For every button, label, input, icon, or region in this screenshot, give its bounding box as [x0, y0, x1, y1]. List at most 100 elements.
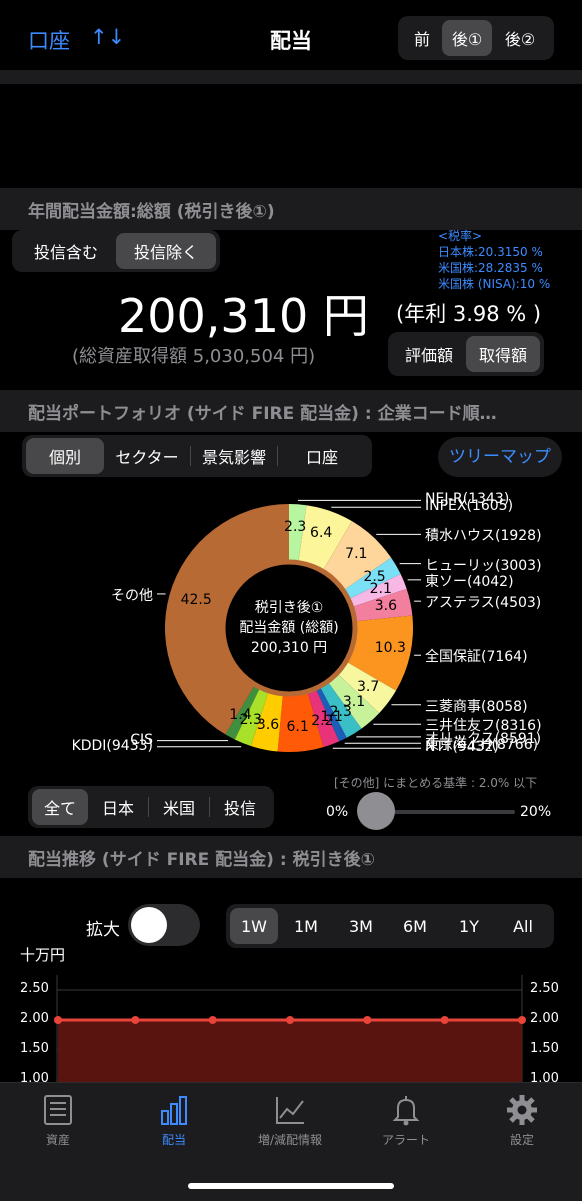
zoom-label: 拡大 [86, 920, 120, 940]
range-tab-6m[interactable]: 6M [388, 908, 442, 944]
tab-bar: 資産 配当 増/減配情報 アラート 設定 [0, 1082, 582, 1201]
filter-tab-japan[interactable]: 日本 [88, 789, 148, 825]
tab-assets-label: 資産 [45, 1133, 70, 1147]
slice-label: NTT(9432) [425, 739, 499, 756]
trend-area [58, 1020, 522, 1082]
filter-tab-funds[interactable]: 投信 [210, 789, 270, 825]
tax-rate-us-nisa: 米国株 (NISA):10 % [438, 277, 551, 291]
annual-yield: (年利 3.98 % ) [396, 302, 542, 326]
bar-chart-icon [161, 1096, 187, 1125]
slider-min-label: 0% [326, 804, 349, 820]
tab-dividend-changes[interactable]: 増/減配情報 [232, 1093, 348, 1148]
slice-value-label: 10.3 [374, 640, 406, 657]
slice-value-label: 3.7 [357, 678, 380, 695]
trend-header: 配当推移 (サイド FIRE 配当金) : 税引き後① [0, 836, 582, 878]
trend-y-tick: 2.50 [20, 981, 49, 996]
tab-settings-label: 設定 [509, 1133, 534, 1147]
tax-rate-title: <税率> [438, 229, 483, 243]
range-tab-all[interactable]: All [496, 908, 550, 944]
trend-y-tick: 1.50 [20, 1041, 49, 1056]
zoom-toggle-knob [131, 907, 167, 943]
donut-center-amount: 200,310 円 [250, 640, 328, 656]
document-list-icon [44, 1095, 72, 1125]
range-segment: 1W 1M 3M 6M 1Y All [226, 904, 554, 948]
slice-value-label: 6.1 [286, 718, 309, 735]
trend-point [208, 1016, 217, 1024]
donut-center-line2: 配当金額 (総額) [239, 620, 339, 636]
nav-divider [0, 70, 582, 84]
slice-value-label: 3.6 [374, 598, 398, 615]
view-tab-economy[interactable]: 景気影響 [191, 438, 277, 474]
slice-value-label: 1.4 [229, 706, 252, 723]
gear-icon [507, 1095, 537, 1125]
period-tab-after1[interactable]: 後① [442, 20, 492, 56]
range-tab-1w[interactable]: 1W [230, 908, 278, 944]
slice-label: INPEX(1605) [425, 498, 514, 515]
trend-point [363, 1016, 372, 1024]
portfolio-view-segment: 個別 セクター 景気影響 口座 [22, 435, 372, 477]
home-indicator [188, 1183, 394, 1189]
tab-dividend-changes-label: 増/減配情報 [257, 1133, 323, 1147]
treemap-button[interactable]: ツリーマップ [438, 437, 562, 477]
dividend-trend-chart [54, 975, 526, 1082]
slice-label: CIS [130, 731, 153, 748]
slice-label: 三菱商事(8058) [425, 698, 528, 715]
threshold-slider-thumb[interactable] [356, 792, 395, 830]
slice-value-label: 6.4 [310, 524, 333, 541]
range-tab-1m[interactable]: 1M [278, 908, 334, 944]
exclude-funds-tab[interactable]: 投信除く [116, 233, 216, 269]
slice-label: アステラス(4503) [425, 595, 542, 612]
slice-value-label: 2.3 [284, 519, 307, 536]
tab-alerts-label: アラート [381, 1133, 430, 1147]
tab-dividends[interactable]: 配当 [116, 1093, 232, 1148]
portfolio-header: 配当ポートフォリオ (サイド FIRE 配当金) : 企業コード順… [0, 390, 582, 432]
bell-icon [392, 1096, 420, 1126]
basis-cost-tab[interactable]: 取得額 [466, 336, 540, 372]
fund-toggle: 投信含む 投信除く [12, 230, 220, 272]
market-filter-segment: 全て 日本 米国 投信 [28, 786, 274, 828]
trend-point [518, 1016, 526, 1024]
trend-point [131, 1016, 140, 1024]
tab-alerts[interactable]: アラート [348, 1093, 464, 1148]
threshold-label: [その他] にまとめる基準 : 2.0% 以下 [334, 776, 538, 790]
filter-tab-us[interactable]: 米国 [149, 789, 209, 825]
range-tab-3m[interactable]: 3M [334, 908, 388, 944]
tab-settings[interactable]: 設定 [464, 1093, 580, 1148]
slice-label: 全国保証(7164) [425, 649, 528, 666]
slice-label: 東ソー(4042) [425, 573, 514, 590]
view-tab-account[interactable]: 口座 [278, 438, 366, 474]
tax-rate-panel: <税率> 日本株:20.3150 % 米国株:28.2835 % 米国株 (NI… [438, 228, 550, 292]
view-tab-individual[interactable]: 個別 [26, 438, 104, 474]
range-tab-1y[interactable]: 1Y [442, 908, 496, 944]
slider-max-label: 20% [520, 804, 552, 820]
zoom-toggle[interactable] [128, 904, 200, 946]
donut-center-label: 税引き後① 配当金額 (総額) 200,310 円 [220, 598, 358, 658]
trend-point [440, 1016, 449, 1024]
basis-market-value-tab[interactable]: 評価額 [392, 336, 466, 372]
filter-tab-all[interactable]: 全て [32, 789, 88, 825]
trend-y-tick: 1.50 [530, 1041, 559, 1056]
slice-value-label: 2.2 [311, 712, 334, 729]
tax-rate-japan: 日本株:20.3150 % [438, 245, 543, 259]
basis-toggle: 評価額 取得額 [388, 332, 544, 376]
slice-label: 積水ハウス(1928) [425, 528, 542, 545]
trend-point [54, 1016, 62, 1024]
trend-y-tick: 2.00 [20, 1011, 49, 1026]
include-funds-tab[interactable]: 投信含む [16, 233, 116, 269]
line-chart-icon [276, 1097, 304, 1124]
trend-y-tick: 2.50 [530, 981, 559, 996]
annual-amount: 200,310 円 [118, 289, 369, 343]
period-tab-before[interactable]: 前 [402, 20, 442, 56]
annual-header: 年間配当金額:総額 (税引き後①) [0, 188, 582, 230]
slice-value-label: 7.1 [345, 545, 368, 562]
trend-point [286, 1016, 294, 1024]
slice-value-label: 2.1 [369, 581, 392, 598]
slice-value-label: 42.5 [180, 592, 212, 609]
tab-dividends-label: 配当 [161, 1133, 186, 1147]
tax-rate-us: 米国株:28.2835 % [438, 261, 543, 275]
trend-y-tick: 2.00 [530, 1011, 559, 1026]
view-tab-sector[interactable]: セクター [104, 438, 190, 474]
tab-assets[interactable]: 資産 [0, 1093, 116, 1148]
asset-cost: (総資産取得額 5,030,504 円) [72, 346, 316, 367]
period-tab-after2[interactable]: 後② [492, 20, 548, 56]
